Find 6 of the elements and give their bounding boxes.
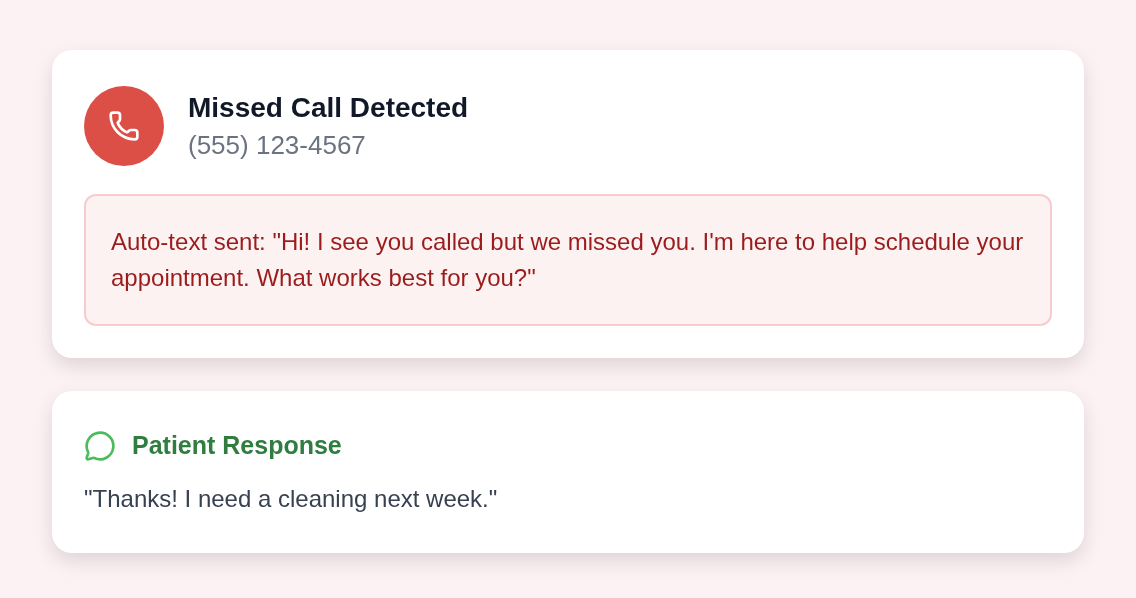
card-title: Missed Call Detected [188,91,469,126]
phone-number: (555) 123-4567 [188,129,367,162]
auto-text-message: Auto-text sent: "Hi! I see you called but we missed you. I'm here to help schedule your appointment. What works best for you?" [84,194,1052,326]
patient-message: "Thanks! I need a cleaning next week." [84,483,499,514]
response-title: Patient Response [132,430,342,461]
chat-bubble-icon [84,429,116,462]
